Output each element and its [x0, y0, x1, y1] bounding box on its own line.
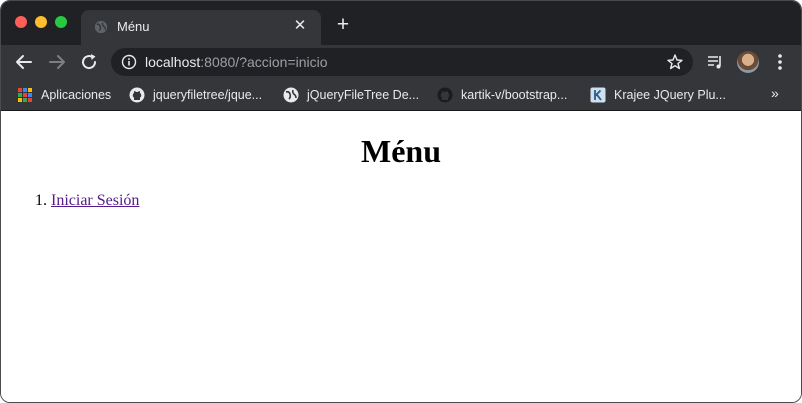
media-control-icon[interactable]: [706, 53, 724, 71]
toolbar: localhost:8080/?accion=inicio: [1, 45, 801, 79]
window-maximize-button[interactable]: [55, 16, 67, 28]
bookmark-label: Aplicaciones: [41, 88, 112, 102]
menu-list: Iniciar Sesión: [1, 191, 139, 211]
close-tab-icon[interactable]: ✕: [291, 17, 309, 35]
globe-icon: [94, 20, 108, 34]
bookmark-label: Krajee JQuery Plu...: [614, 88, 726, 102]
bookmark-jqueryfiletree-demo[interactable]: jQueryFileTree De...: [283, 85, 419, 105]
apps-grid-icon: [18, 88, 32, 102]
reload-icon[interactable]: [78, 51, 100, 73]
github-icon: [437, 87, 453, 103]
more-vertical-icon[interactable]: [771, 52, 789, 72]
bookmark-label: jqueryfiletree/jque...: [153, 88, 263, 102]
bookmark-apps[interactable]: Aplicaciones: [17, 85, 111, 105]
url-host: localhost: [145, 54, 201, 70]
bookmark-krajee-plugins[interactable]: Krajee JQuery Plu...: [590, 85, 726, 105]
bookmark-label: kartik-v/bootstrap...: [461, 88, 568, 102]
back-arrow-icon[interactable]: [13, 51, 35, 73]
bookmark-star-icon[interactable]: [666, 53, 684, 71]
url-path: :8080/?accion=inicio: [200, 54, 328, 70]
tab-strip: Ménu ✕ +: [1, 1, 801, 45]
page-title: Ménu: [361, 133, 441, 169]
forward-arrow-icon[interactable]: [46, 51, 68, 73]
info-icon[interactable]: [121, 54, 137, 70]
address-bar[interactable]: localhost:8080/?accion=inicio: [111, 48, 693, 76]
profile-avatar[interactable]: [737, 51, 759, 73]
login-link[interactable]: Iniciar Sesión: [51, 192, 139, 209]
bookmarks-bar: Aplicaciones jqueryfiletree/jque... jQue…: [1, 79, 801, 111]
window-close-button[interactable]: [15, 16, 27, 28]
github-icon: [129, 87, 145, 103]
globe-icon: [283, 87, 299, 103]
krajee-k-icon: [590, 87, 606, 103]
tab-menu[interactable]: Ménu ✕: [81, 10, 321, 45]
new-tab-button[interactable]: +: [332, 14, 354, 36]
page-content: Ménu Iniciar Sesión: [1, 111, 801, 402]
tab-title: Ménu: [117, 19, 150, 34]
browser-window: Ménu ✕ + localhost:8080/?accion=inicio A…: [0, 0, 802, 403]
url-text[interactable]: localhost:8080/?accion=inicio: [145, 54, 328, 70]
bookmark-jqueryfiletree-github[interactable]: jqueryfiletree/jque...: [129, 85, 262, 105]
list-item: Iniciar Sesión: [51, 191, 139, 211]
bookmark-kartik-bootstrap[interactable]: kartik-v/bootstrap...: [437, 85, 567, 105]
bookmarks-overflow-button[interactable]: »: [771, 85, 779, 101]
bookmark-label: jQueryFileTree De...: [307, 88, 420, 102]
window-minimize-button[interactable]: [35, 16, 47, 28]
